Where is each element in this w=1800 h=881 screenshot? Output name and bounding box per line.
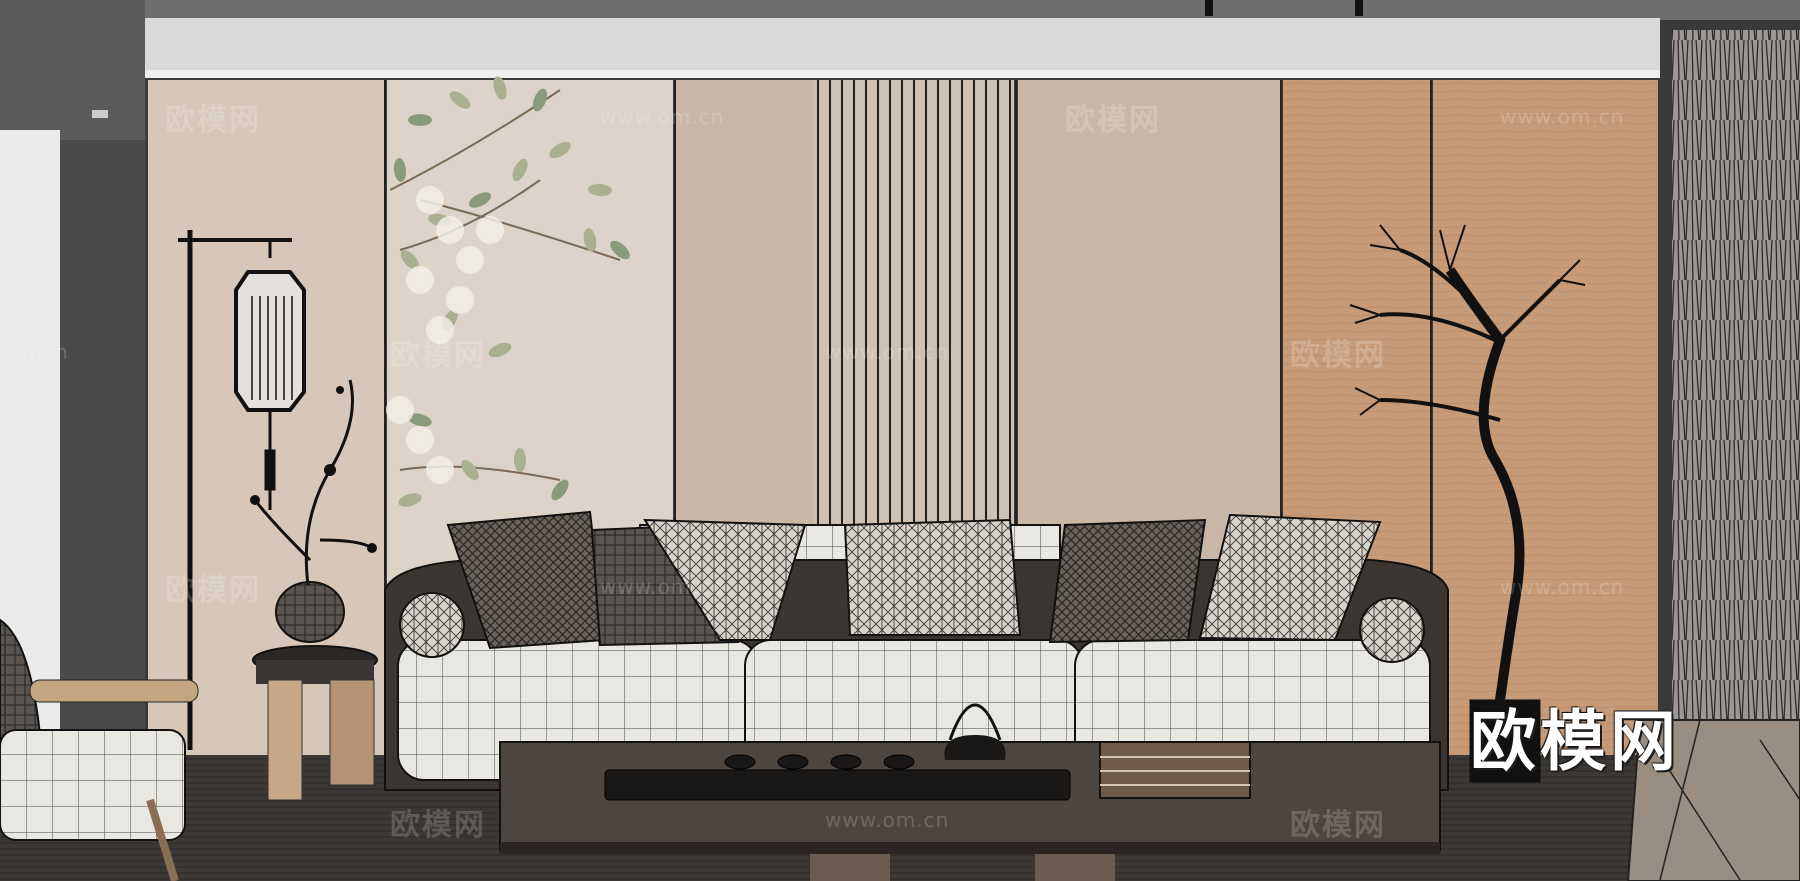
mural-blossom (446, 286, 474, 314)
mural-blossom (386, 396, 414, 424)
mural-blossom (426, 456, 454, 484)
mural-blossom (406, 426, 434, 454)
mural-blossom (426, 316, 454, 344)
mural-blossom (406, 266, 434, 294)
mural-blossom (476, 216, 504, 244)
mural-blossom (416, 186, 444, 214)
mural-leaf (408, 114, 432, 126)
interior-scene: 欧模网 欧模网 欧模网 欧模网 欧模网 欧模网 欧模网 www.om.cn ww… (0, 0, 1800, 881)
brand-logo: 欧模网 (1470, 703, 1680, 780)
mural-blossom (456, 246, 484, 274)
mural-blossom (436, 216, 464, 244)
